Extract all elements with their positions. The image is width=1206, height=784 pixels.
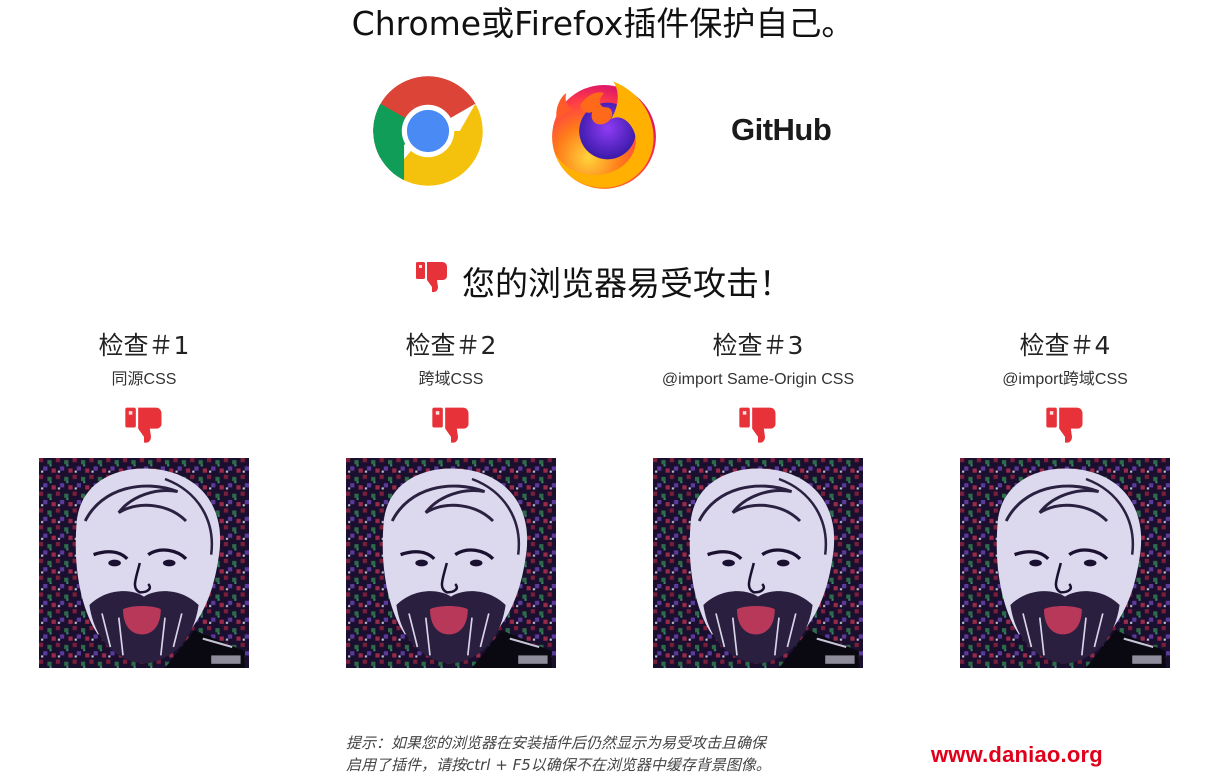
test-background-image bbox=[39, 458, 249, 668]
thumbs-down-icon bbox=[0, 404, 294, 448]
vulnerability-result: 您的浏览器易受攻击！ bbox=[0, 258, 1206, 310]
test-background-image bbox=[653, 458, 863, 668]
check-4: 检查＃4 @import跨域CSS bbox=[915, 328, 1206, 668]
github-logo[interactable]: GitHub bbox=[731, 112, 832, 148]
check-title: 检查＃4 bbox=[1019, 331, 1111, 360]
hint-text: 提示：如果您的浏览器在安装插件后仍然显示为易受攻击且确保 启用了插件，请按ctr… bbox=[346, 732, 866, 776]
check-subtitle: 同源CSS bbox=[111, 371, 177, 388]
thumbs-down-icon bbox=[414, 256, 450, 308]
test-background-image bbox=[346, 458, 556, 668]
result-text: 您的浏览器易受攻击！ bbox=[462, 264, 792, 303]
hint-line-2: 启用了插件，请按ctrl + F5以确保不在浏览器中缓存背景图像。 bbox=[346, 756, 771, 774]
thumbs-down-icon bbox=[301, 404, 601, 448]
check-3: 检查＃3 @import Same-Origin CSS bbox=[608, 328, 908, 668]
thumbs-down-icon bbox=[915, 404, 1206, 448]
check-2: 检查＃2 跨域CSS bbox=[301, 328, 601, 668]
header-text: Chrome或Firefox插件保护自己。 bbox=[351, 4, 855, 43]
thumbs-down-icon bbox=[608, 404, 908, 448]
test-background-image bbox=[960, 458, 1170, 668]
watermark: www.daniao.org bbox=[931, 742, 1103, 767]
check-title: 检查＃2 bbox=[405, 331, 497, 360]
check-title: 检查＃3 bbox=[712, 331, 804, 360]
check-1: 检查＃1 同源CSS bbox=[0, 328, 294, 668]
chrome-logo[interactable] bbox=[371, 74, 485, 188]
check-subtitle: @import Same-Origin CSS bbox=[661, 371, 855, 388]
hint-line-1: 提示：如果您的浏览器在安装插件后仍然显示为易受攻击且确保 bbox=[346, 734, 767, 752]
check-subtitle: 跨域CSS bbox=[418, 371, 484, 388]
firefox-logo[interactable] bbox=[545, 72, 663, 190]
check-title: 检查＃1 bbox=[98, 331, 190, 360]
extension-logos: GitHub bbox=[0, 72, 1206, 192]
check-subtitle: @import跨域CSS bbox=[1002, 371, 1128, 388]
